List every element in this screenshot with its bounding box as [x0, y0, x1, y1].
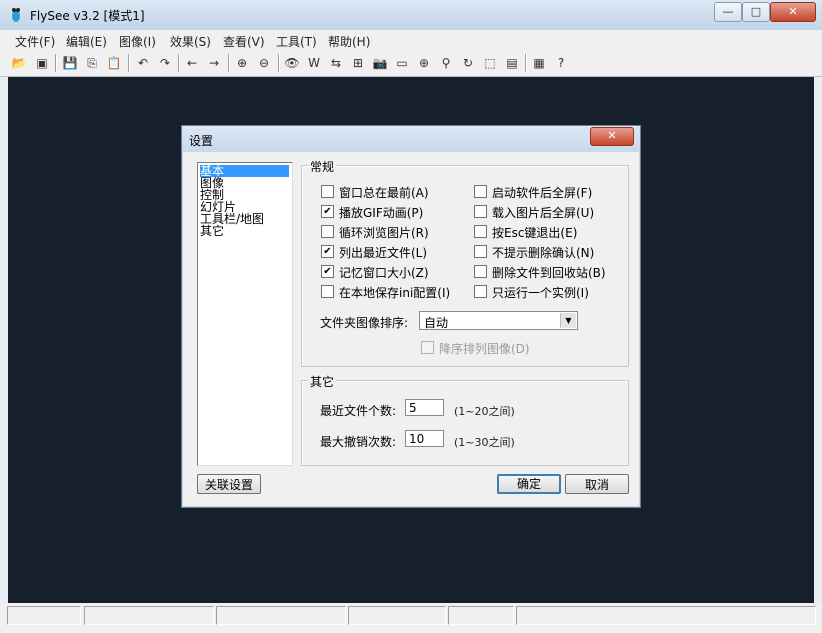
save-icon[interactable]: 💾	[61, 54, 79, 72]
menu-edit[interactable]: 编辑(E)	[66, 33, 107, 50]
next-icon[interactable]: →	[205, 54, 223, 72]
menu-tools[interactable]: 工具(T)	[276, 33, 317, 50]
camera-icon[interactable]: 📷	[371, 54, 389, 72]
browse-icon[interactable]: ▣	[33, 54, 51, 72]
checkbox	[421, 341, 434, 354]
undo-count-label: 最大撤销次数:	[320, 435, 397, 449]
zoom-out-icon[interactable]: ⊖	[255, 54, 273, 72]
folder-sort-label: 文件夹图像排序:	[320, 316, 409, 330]
status-bar	[0, 603, 822, 633]
menu-view[interactable]: 查看(V)	[223, 33, 265, 50]
refresh-icon[interactable]: ↻	[459, 54, 477, 72]
select-icon[interactable]: ⬚	[481, 54, 499, 72]
rotate-icon[interactable]: ⇆	[327, 54, 345, 72]
status-pane	[84, 606, 214, 625]
checkbox-label: 删除文件到回收站(B)	[492, 266, 606, 280]
checkbox-label: 记忆窗口大小(Z)	[339, 266, 429, 280]
chevron-down-icon[interactable]: ▼	[560, 313, 576, 328]
status-pane	[216, 606, 346, 625]
checkbox[interactable]	[474, 245, 487, 258]
checkbox[interactable]	[321, 225, 334, 238]
nav-item-other[interactable]: 其它	[200, 225, 224, 237]
cancel-button[interactable]: 取消	[565, 474, 629, 494]
checkbox[interactable]	[474, 185, 487, 198]
menu-image[interactable]: 图像(I)	[119, 33, 156, 50]
group-label-general: 常规	[308, 158, 337, 175]
settings-category-list[interactable]: 基本 图像 控制 幻灯片 工具栏/地图 其它	[197, 162, 293, 466]
view-icon[interactable]: 👁	[283, 54, 301, 72]
close-button[interactable]: ✕	[770, 2, 816, 22]
checkbox-label: 列出最近文件(L)	[339, 246, 428, 260]
checkbox[interactable]	[321, 185, 334, 198]
checkbox-label: 只运行一个实例(I)	[492, 286, 589, 300]
group-label-other: 其它	[308, 373, 337, 390]
prev-icon[interactable]: ←	[183, 54, 201, 72]
undo-count-hint: (1~30之间)	[454, 436, 515, 449]
checkbox-label: 按Esc键退出(E)	[492, 226, 578, 240]
undo-count-input[interactable]: 10	[405, 430, 444, 447]
checkbox-label: 播放GIF动画(P)	[339, 206, 424, 220]
settings-dialog: 设置 ✕ 基本 图像 控制 幻灯片 工具栏/地图 其它 常规 窗口总在最前(A)…	[181, 125, 641, 508]
target-icon[interactable]: ⊕	[415, 54, 433, 72]
status-pane	[516, 606, 816, 625]
menu-effects[interactable]: 效果(S)	[170, 33, 211, 50]
other-group: 其它	[301, 373, 629, 466]
menu-file[interactable]: 文件(F)	[15, 33, 55, 50]
status-pane	[7, 606, 81, 625]
checkbox[interactable]: ✔	[321, 265, 334, 278]
help-icon[interactable]: ?	[552, 54, 570, 72]
resize-icon[interactable]: ⊞	[349, 54, 367, 72]
menu-help[interactable]: 帮助(H)	[328, 33, 370, 50]
capture-icon[interactable]: ▭	[393, 54, 411, 72]
zoom-in-icon[interactable]: ⊕	[233, 54, 251, 72]
ok-button[interactable]: 确定	[497, 474, 561, 494]
checkbox-label: 启动软件后全屏(F)	[492, 186, 593, 200]
dialog-title-bar: 设置 ✕	[182, 126, 640, 152]
wallpaper-icon[interactable]: W	[305, 54, 323, 72]
checkbox[interactable]	[321, 285, 334, 298]
menu-bar: 文件(F) 编辑(E) 图像(I) 效果(S) 查看(V) 工具(T) 帮助(H…	[0, 30, 822, 51]
status-pane	[448, 606, 514, 625]
copy-icon[interactable]: ⎘	[83, 54, 101, 72]
title-bar: FlySee v3.2 [模式1] — □ ✕	[0, 0, 822, 31]
redo-icon[interactable]: ↷	[156, 54, 174, 72]
checkbox[interactable]: ✔	[321, 205, 334, 218]
undo-icon[interactable]: ↶	[134, 54, 152, 72]
toolbar: 📂 ▣ 💾 ⎘ 📋 ↶ ↷ ← → ⊕ ⊖ 👁 W ⇆ ⊞ 📷 ▭ ⊕ ⚲ ↻ …	[0, 50, 822, 77]
open-folder-icon[interactable]: 📂	[10, 54, 28, 72]
folder-sort-value: 自动	[424, 316, 449, 330]
folder-sort-select[interactable]: 自动 ▼	[419, 311, 578, 330]
checkbox-label: 不提示删除确认(N)	[492, 246, 595, 260]
checkbox-label: 窗口总在最前(A)	[339, 186, 429, 200]
app-icon	[12, 8, 20, 22]
checkbox[interactable]: ✔	[321, 245, 334, 258]
paste-icon[interactable]: 📋	[105, 54, 123, 72]
dialog-close-button[interactable]: ✕	[590, 127, 634, 146]
portrait-icon[interactable]: ▤	[503, 54, 521, 72]
window-title: FlySee v3.2 [模式1]	[30, 9, 145, 23]
recent-count-hint: (1~20之间)	[454, 405, 515, 418]
checkbox[interactable]	[474, 225, 487, 238]
checkbox[interactable]	[474, 205, 487, 218]
minimize-button[interactable]: —	[714, 2, 742, 22]
dialog-title: 设置	[189, 134, 214, 148]
checkbox-label: 在本地保存ini配置(I)	[339, 286, 451, 300]
status-pane	[348, 606, 446, 625]
maximize-button[interactable]: □	[742, 2, 770, 22]
calculator-icon[interactable]: ▦	[530, 54, 548, 72]
checkbox-label: 循环浏览图片(R)	[339, 226, 429, 240]
recent-count-label: 最近文件个数:	[320, 404, 397, 418]
checkbox-label: 载入图片后全屏(U)	[492, 206, 595, 220]
checkbox-label: 降序排列图像(D)	[439, 342, 530, 356]
checkbox[interactable]	[474, 265, 487, 278]
checkbox[interactable]	[474, 285, 487, 298]
filter-icon[interactable]: ⚲	[437, 54, 455, 72]
file-association-button[interactable]: 关联设置	[197, 474, 261, 494]
recent-count-input[interactable]: 5	[405, 399, 444, 416]
